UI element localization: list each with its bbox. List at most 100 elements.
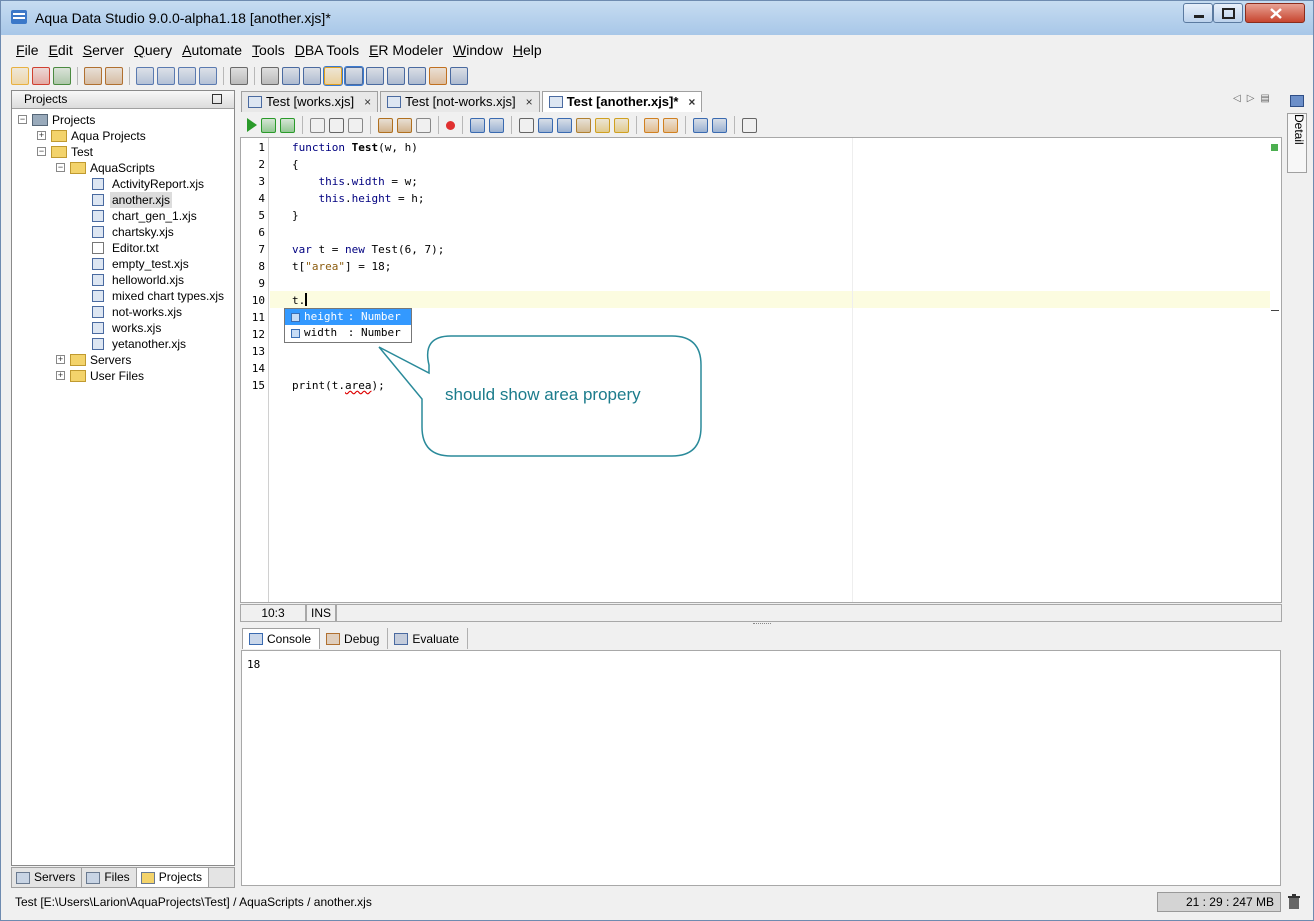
form-icon[interactable]	[261, 67, 279, 85]
print-icon[interactable]	[519, 117, 534, 133]
server-edit-icon[interactable]	[105, 67, 123, 85]
menu-edit[interactable]: Edit	[44, 39, 78, 63]
tree-item[interactable]: Editor.txt	[12, 240, 234, 256]
editor-tab[interactable]: Test [another.xjs]* ×	[541, 91, 703, 112]
detail-tab[interactable]: Detail	[1287, 113, 1307, 173]
chart-icon[interactable]	[429, 67, 447, 85]
split-view-icon[interactable]	[408, 67, 426, 85]
menu-dba-tools[interactable]: DBA Tools	[290, 39, 364, 63]
breakpoint-icon[interactable]	[446, 120, 455, 130]
view-active-icon[interactable]	[323, 66, 343, 86]
grid-icon[interactable]	[282, 67, 300, 85]
tree-item[interactable]: − Projects	[12, 112, 234, 128]
step-into-icon[interactable]	[378, 117, 393, 133]
pivot-icon[interactable]	[450, 67, 468, 85]
run-icon[interactable]	[247, 118, 257, 132]
close-tab-icon[interactable]: ×	[526, 92, 533, 112]
maximize-button[interactable]	[1213, 3, 1243, 23]
run-step-icon[interactable]	[261, 117, 276, 133]
tree-item[interactable]: not-works.xjs	[12, 304, 234, 320]
console-output-panel[interactable]: 18	[241, 650, 1281, 886]
tab-console[interactable]: Console	[242, 628, 321, 649]
menu-tools[interactable]: Tools	[247, 39, 290, 63]
run-debug-icon[interactable]	[280, 117, 295, 133]
tab-files[interactable]: Files	[82, 868, 137, 887]
text-view-icon[interactable]	[366, 67, 384, 85]
tree-item[interactable]: chartsky.xjs	[12, 224, 234, 240]
tab-evaluate[interactable]: Evaluate	[388, 628, 469, 649]
refresh-icon[interactable]	[53, 67, 71, 85]
tree-item[interactable]: + Servers	[12, 352, 234, 368]
memory-usage[interactable]: 21 : 29 : 247 MB	[1157, 892, 1281, 912]
detail-panel-icon[interactable]	[1290, 95, 1304, 107]
autocomplete-item-width[interactable]: width : Number	[285, 325, 411, 341]
options-icon[interactable]	[742, 117, 757, 133]
minimize-button[interactable]	[1183, 3, 1213, 23]
title-bar[interactable]: Aqua Data Studio 9.0.0-alpha1.18 [anothe…	[1, 1, 1313, 35]
find-icon[interactable]	[644, 117, 659, 133]
tree-item[interactable]: ActivityReport.xjs	[12, 176, 234, 192]
format-icon[interactable]	[693, 117, 708, 133]
insert-mode[interactable]: INS	[306, 604, 336, 622]
table-icon[interactable]	[344, 66, 364, 86]
report-icon[interactable]	[387, 67, 405, 85]
code-editor[interactable]: 1 2 3 4 5 6 7 8 9 10 11 12 13 14 15 function Test(w, h…	[240, 137, 1282, 603]
tab-scroll-right-icon[interactable]: ▷	[1247, 93, 1255, 104]
editor-tab[interactable]: Test [not-works.xjs] ×	[380, 91, 540, 112]
cut-icon[interactable]	[538, 117, 553, 133]
layout-icon[interactable]	[303, 67, 321, 85]
server-register-icon[interactable]	[84, 67, 102, 85]
garbage-collect-icon[interactable]	[1287, 894, 1301, 910]
tree-item[interactable]: − AquaScripts	[12, 160, 234, 176]
tree-item[interactable]: + User Files	[12, 368, 234, 384]
menu-query[interactable]: Query	[129, 39, 177, 63]
redo-icon[interactable]	[614, 117, 629, 133]
tree-item[interactable]: works.xjs	[12, 320, 234, 336]
tree-item[interactable]: helloworld.xjs	[12, 272, 234, 288]
menu-help[interactable]: Help	[508, 39, 547, 63]
tree-item[interactable]: + Aqua Projects	[12, 128, 234, 144]
menu-automate[interactable]: Automate	[177, 39, 247, 63]
collapse-icon[interactable]: −	[18, 115, 27, 124]
tree-item[interactable]: another.xjs	[12, 192, 234, 208]
step-out-icon[interactable]	[416, 117, 431, 133]
replace-icon[interactable]	[663, 117, 678, 133]
tab-scroll-left-icon[interactable]: ◁	[1233, 93, 1241, 104]
compare-icon[interactable]	[199, 67, 217, 85]
query-window-icon[interactable]	[136, 67, 154, 85]
tree-item[interactable]: empty_test.xjs	[12, 256, 234, 272]
paste-icon[interactable]	[576, 117, 591, 133]
step-over-icon[interactable]	[397, 117, 412, 133]
tree-item[interactable]: − Test	[12, 144, 234, 160]
close-button[interactable]	[1245, 3, 1305, 23]
menu-file[interactable]: File	[11, 39, 44, 63]
splitter-handle[interactable]	[753, 623, 771, 626]
script-icon[interactable]	[230, 67, 248, 85]
query-analyzer-icon[interactable]	[157, 67, 175, 85]
expand-icon[interactable]: +	[56, 371, 65, 380]
tab-servers[interactable]: Servers	[12, 868, 83, 887]
collapse-icon[interactable]: −	[37, 147, 46, 156]
menu-window[interactable]: Window	[448, 39, 508, 63]
tab-list-icon[interactable]: ▤	[1260, 93, 1269, 104]
restore-panel-icon[interactable]	[212, 94, 222, 104]
close-tab-icon[interactable]: ×	[688, 92, 695, 112]
pause-icon[interactable]	[348, 117, 363, 133]
resume-icon[interactable]	[310, 117, 325, 133]
save-as-icon[interactable]	[489, 117, 504, 133]
tab-debug[interactable]: Debug	[320, 628, 389, 649]
undo-icon[interactable]	[595, 117, 610, 133]
tree-item[interactable]: chart_gen_1.xjs	[12, 208, 234, 224]
expand-icon[interactable]: +	[37, 131, 46, 140]
tab-projects[interactable]: Projects	[136, 868, 210, 887]
query-builder-icon[interactable]	[178, 67, 196, 85]
delete-icon[interactable]	[32, 67, 50, 85]
close-tab-icon[interactable]: ×	[364, 92, 371, 112]
new-project-icon[interactable]	[11, 67, 29, 85]
stop-icon[interactable]	[329, 117, 344, 133]
tree-item[interactable]: mixed chart types.xjs	[12, 288, 234, 304]
menu-server[interactable]: Server	[78, 39, 129, 63]
save-icon[interactable]	[470, 117, 485, 133]
menu-er-modeler[interactable]: ER Modeler	[364, 39, 448, 63]
expand-icon[interactable]: +	[56, 355, 65, 364]
